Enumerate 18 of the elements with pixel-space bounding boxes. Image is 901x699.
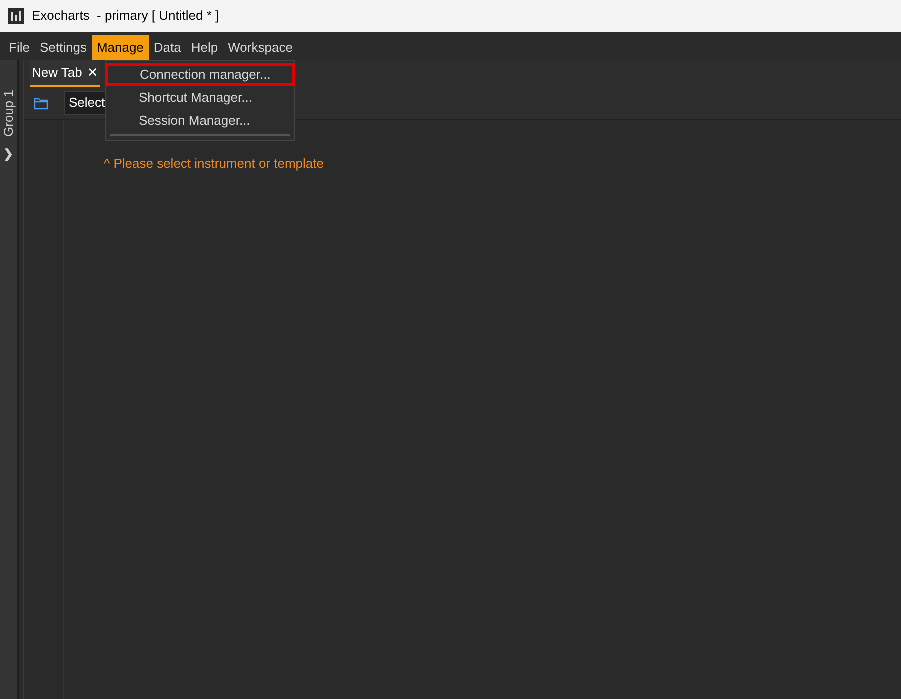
dropdown-item[interactable]: Session Manager... [106,109,294,132]
menu-item[interactable]: Manage [92,35,149,60]
dropdown-item[interactable]: Connection manager... [105,63,295,86]
tab-label[interactable]: New Tab [32,62,82,82]
close-icon[interactable]: ✕ [87,62,98,82]
folder-icon[interactable] [34,96,49,110]
expand-icon[interactable]: ❯ [4,144,14,163]
window-title: Exocharts - primary [ Untitled * ] [32,7,220,26]
hint-message: ^ Please select instrument or template [104,156,324,171]
group-label[interactable]: Group 1 [0,90,18,137]
menu-item[interactable]: File [4,35,35,60]
menu-item[interactable]: Help [186,35,224,60]
menu-item[interactable]: Data [148,35,186,60]
tab[interactable]: New Tab ✕ [30,60,100,87]
menu-item[interactable]: Settings [34,35,92,60]
menu-item[interactable]: Workspace [223,35,298,60]
app-logo-icon [8,8,24,24]
dropdown-item[interactable]: Shortcut Manager... [106,86,294,109]
